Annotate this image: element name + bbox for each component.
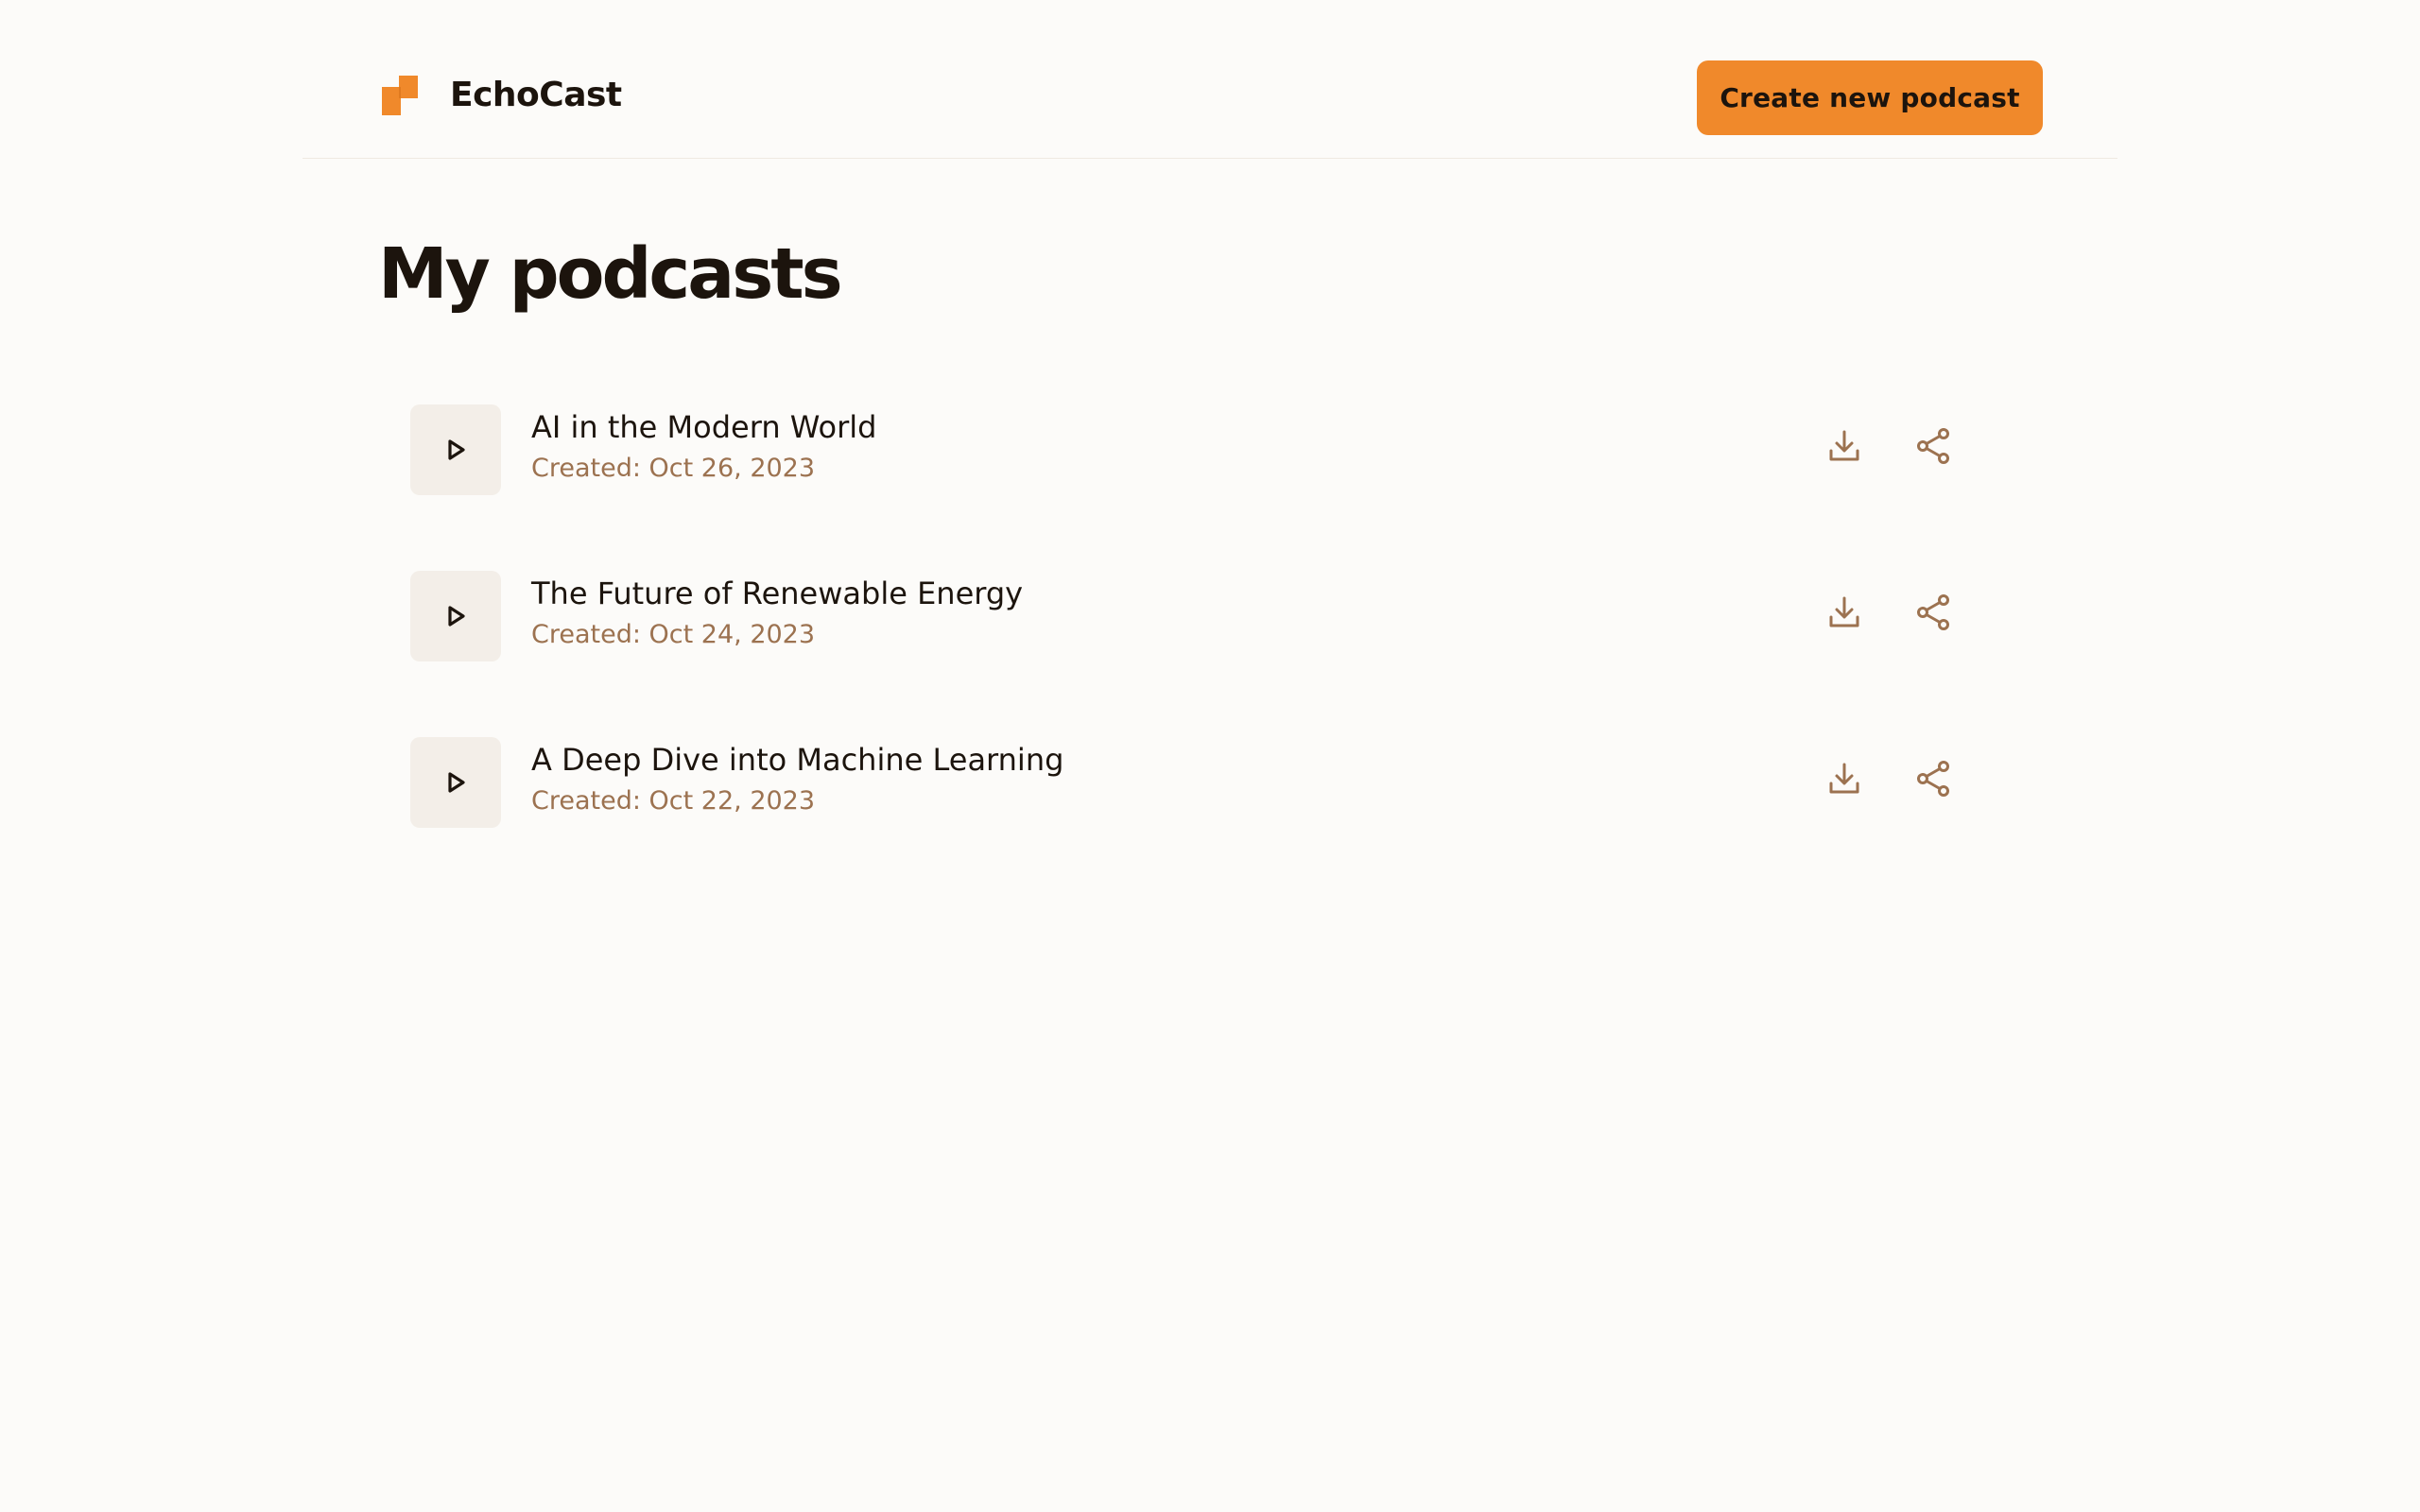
brand[interactable]: EchoCast [382, 76, 622, 115]
podcast-title: The Future of Renewable Energy [531, 576, 1024, 611]
download-button[interactable] [1820, 754, 1869, 803]
share-icon [1917, 761, 1949, 797]
download-button[interactable] [1820, 588, 1869, 637]
download-icon [1829, 763, 1859, 794]
share-button[interactable] [1909, 421, 1958, 471]
top-header: EchoCast Create new podcast [302, 0, 2118, 159]
download-icon [1829, 596, 1859, 627]
page-title: My podcasts [378, 233, 843, 315]
podcast-created-date: Created: Oct 24, 2023 [531, 620, 816, 649]
download-icon [1829, 430, 1859, 461]
podcast-row: AI in the Modern World Created: Oct 26, … [410, 404, 2036, 495]
play-button[interactable] [410, 404, 501, 495]
echocast-logo-icon [382, 76, 418, 115]
podcast-title: AI in the Modern World [531, 409, 877, 445]
create-new-podcast-button[interactable]: Create new podcast [1697, 60, 2043, 135]
play-button[interactable] [410, 737, 501, 828]
share-icon [1917, 594, 1949, 630]
podcast-created-date: Created: Oct 22, 2023 [531, 786, 816, 816]
share-icon [1917, 428, 1949, 464]
podcast-created-date: Created: Oct 26, 2023 [531, 454, 816, 483]
share-button[interactable] [1909, 754, 1958, 803]
play-button[interactable] [410, 571, 501, 662]
podcast-row: The Future of Renewable Energy Created: … [410, 571, 2036, 662]
podcast-title: A Deep Dive into Machine Learning [531, 742, 1064, 778]
app-container: EchoCast Create new podcast My podcasts … [302, 0, 2118, 1512]
play-icon [448, 606, 465, 627]
play-icon [448, 772, 465, 793]
play-icon [448, 439, 465, 460]
download-button[interactable] [1820, 421, 1869, 471]
share-button[interactable] [1909, 588, 1958, 637]
podcast-row: A Deep Dive into Machine Learning Create… [410, 737, 2036, 828]
app-name: EchoCast [450, 76, 622, 114]
